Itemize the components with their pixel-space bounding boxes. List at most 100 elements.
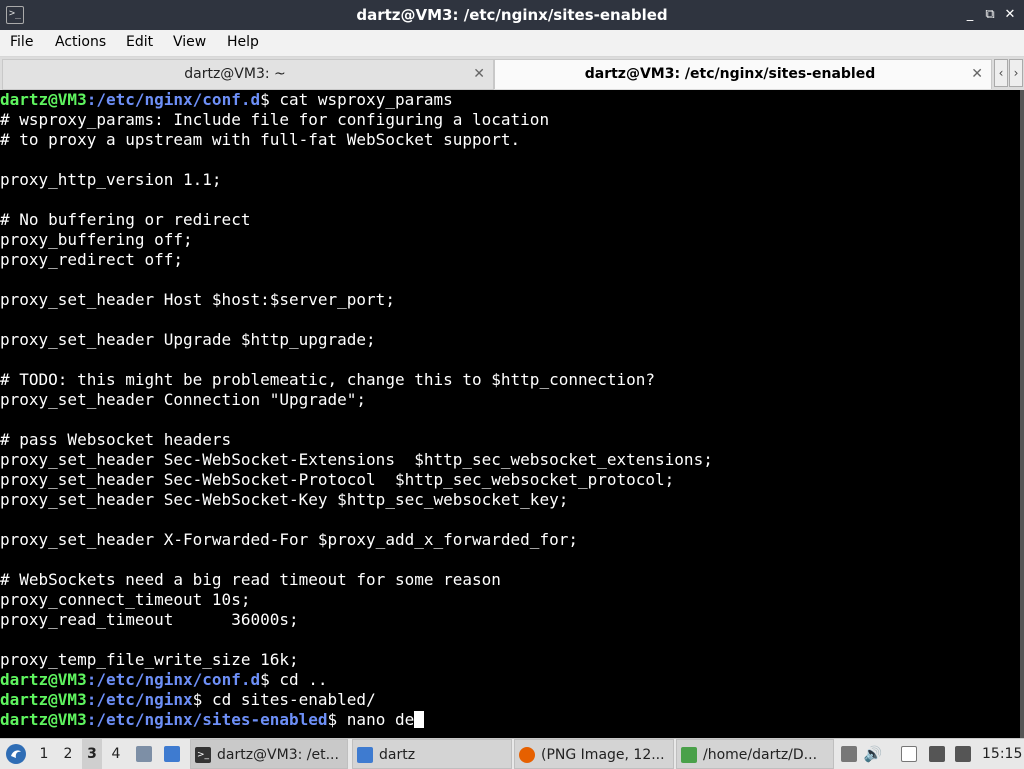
tab-close-icon[interactable]: ✕: [971, 60, 983, 89]
menu-view[interactable]: View: [173, 34, 206, 50]
start-menu-icon[interactable]: [4, 739, 28, 769]
terminal-line: proxy_read_timeout 36000s;: [0, 610, 1020, 630]
terminal-line: # No buffering or redirect: [0, 210, 1020, 230]
terminal-line: proxy_set_header Sec-WebSocket-Extension…: [0, 450, 1020, 470]
tab-home[interactable]: dartz@VM3: ~ ✕: [2, 59, 494, 90]
text-editor-icon: [681, 747, 697, 763]
task-file-manager[interactable]: dartz: [352, 739, 512, 769]
network-status-icon[interactable]: [952, 739, 974, 769]
tab-sites-enabled[interactable]: dartz@VM3: /etc/nginx/sites-enabled ✕: [494, 59, 992, 89]
tab-prev-arrow-icon[interactable]: ‹: [994, 59, 1008, 87]
output-text: proxy_set_header Sec-WebSocket-Key $http…: [0, 490, 569, 509]
prompt-path: :/etc/nginx: [86, 690, 193, 709]
output-text: proxy_set_header Sec-WebSocket-Protocol …: [0, 470, 675, 489]
terminal-line: proxy_http_version 1.1;: [0, 170, 1020, 190]
terminal-line: proxy_set_header X-Forwarded-For $proxy_…: [0, 530, 1020, 550]
terminal-line: proxy_set_header Upgrade $http_upgrade;: [0, 330, 1020, 350]
workspace-2[interactable]: 2: [58, 739, 78, 769]
terminal-line: proxy_redirect off;: [0, 250, 1020, 270]
terminal-line: proxy_set_header Connection "Upgrade";: [0, 390, 1020, 410]
tab-bar: dartz@VM3: ~ ✕ dartz@VM3: /etc/nginx/sit…: [0, 57, 1024, 90]
terminal-line: dartz@VM3:/etc/nginx/sites-enabled$ nano…: [0, 710, 1020, 730]
terminal-line: proxy_buffering off;: [0, 230, 1020, 250]
command-text: $ nano de: [327, 710, 415, 729]
window-title: dartz@VM3: /etc/nginx/sites-enabled: [356, 6, 668, 24]
tab-label: dartz@VM3: ~: [184, 66, 286, 82]
terminal-line: # WebSockets need a big read timeout for…: [0, 570, 1020, 590]
terminal-line: proxy_set_header Host $host:$server_port…: [0, 290, 1020, 310]
terminal-scrollbar[interactable]: [1020, 90, 1024, 738]
network-icon[interactable]: [838, 739, 860, 769]
task-terminal[interactable]: >_ dartz@VM3: /et...: [190, 739, 348, 769]
output-text: proxy_read_timeout 36000s;: [0, 610, 299, 629]
workspace-1[interactable]: 1: [34, 739, 54, 769]
terminal-line: dartz@VM3:/etc/nginx/conf.d$ cat wsproxy…: [0, 90, 1020, 110]
terminal-line: dartz@VM3:/etc/nginx/conf.d$ cd ..: [0, 670, 1020, 690]
file-manager-launcher-icon[interactable]: [160, 739, 184, 769]
output-text: proxy_set_header X-Forwarded-For $proxy_…: [0, 530, 578, 549]
prompt-user: dartz@VM3: [0, 670, 87, 689]
output-text: proxy_temp_file_write_size 16k;: [0, 650, 299, 669]
terminal-line: # TODO: this might be problemeatic, chan…: [0, 370, 1020, 390]
output-text: proxy_set_header Sec-WebSocket-Extension…: [0, 450, 713, 469]
terminal-line: # wsproxy_params: Include file for confi…: [0, 110, 1020, 130]
menu-actions[interactable]: Actions: [55, 34, 106, 50]
minimize-button[interactable]: _: [962, 6, 978, 24]
tab-close-icon[interactable]: ✕: [473, 60, 485, 89]
terminal-line: # to proxy a upstream with full-fat WebS…: [0, 130, 1020, 150]
task-label: dartz@VM3: /et...: [217, 747, 339, 763]
restore-button[interactable]: ⧉: [982, 6, 998, 24]
command-text: $ cat wsproxy_params: [260, 90, 453, 109]
output-text: proxy_http_version 1.1;: [0, 170, 222, 189]
prompt-path: :/etc/nginx/sites-enabled: [86, 710, 328, 729]
display-icon[interactable]: [926, 739, 948, 769]
terminal-line: proxy_set_header Sec-WebSocket-Protocol …: [0, 470, 1020, 490]
terminal-icon: >_: [195, 747, 211, 763]
clock[interactable]: 15:15: [982, 739, 1022, 769]
output-text: # to proxy a upstream with full-fat WebS…: [0, 130, 521, 149]
output-text: # wsproxy_params: Include file for confi…: [0, 110, 550, 129]
terminal-line: proxy_set_header Sec-WebSocket-Key $http…: [0, 490, 1020, 510]
prompt-path: :/etc/nginx/conf.d: [86, 670, 261, 689]
show-desktop-icon[interactable]: [132, 739, 156, 769]
firefox-icon: [519, 747, 535, 763]
terminal-output[interactable]: dartz@VM3:/etc/nginx/conf.d$ cat wsproxy…: [0, 90, 1020, 738]
volume-icon[interactable]: 🔊: [862, 739, 884, 769]
terminal-line: # pass Websocket headers: [0, 430, 1020, 450]
terminal-cursor: [414, 711, 425, 728]
menu-help[interactable]: Help: [227, 34, 259, 50]
workspace-4[interactable]: 4: [106, 739, 126, 769]
output-text: proxy_set_header Connection "Upgrade";: [0, 390, 367, 409]
output-text: proxy_set_header Upgrade $http_upgrade;: [0, 330, 376, 349]
task-text-editor[interactable]: /home/dartz/D...: [676, 739, 834, 769]
tab-next-arrow-icon[interactable]: ›: [1009, 59, 1023, 87]
terminal-line: dartz@VM3:/etc/nginx$ cd sites-enabled/: [0, 690, 1020, 710]
prompt-user: dartz@VM3: [0, 90, 87, 109]
menubar: File Actions Edit View Help: [0, 30, 1024, 57]
prompt-user: dartz@VM3: [0, 690, 87, 709]
menu-edit[interactable]: Edit: [126, 34, 153, 50]
task-firefox[interactable]: (PNG Image, 12...: [514, 739, 674, 769]
workspace-3[interactable]: 3: [82, 739, 102, 769]
output-text: # TODO: this might be problemeatic, chan…: [0, 370, 656, 389]
output-text: proxy_buffering off;: [0, 230, 193, 249]
menu-file[interactable]: File: [10, 34, 33, 50]
command-text: $ cd ..: [260, 670, 328, 689]
output-text: # pass Websocket headers: [0, 430, 232, 449]
task-label: /home/dartz/D...: [703, 747, 818, 763]
output-text: proxy_redirect off;: [0, 250, 184, 269]
output-text: proxy_connect_timeout 10s;: [0, 590, 251, 609]
terminal-line: proxy_temp_file_write_size 16k;: [0, 650, 1020, 670]
close-button[interactable]: ✕: [1002, 6, 1018, 24]
output-text: # WebSockets need a big read timeout for…: [0, 570, 501, 589]
clipboard-icon[interactable]: [898, 739, 920, 769]
window-titlebar: >_ dartz@VM3: /etc/nginx/sites-enabled _…: [0, 0, 1024, 30]
